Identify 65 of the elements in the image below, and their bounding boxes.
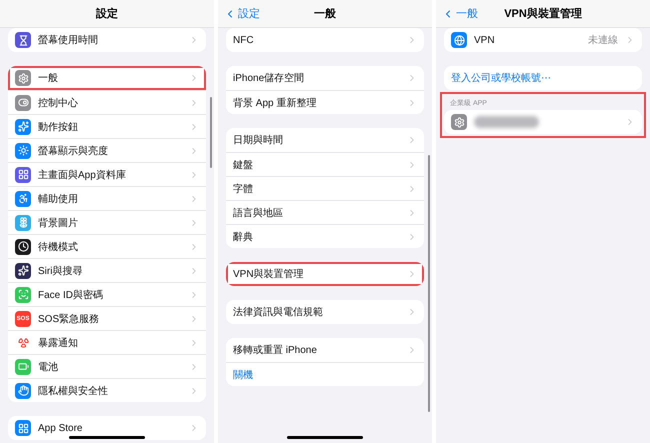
settings-row[interactable]: VPN與裝置管理 [226, 262, 424, 286]
settings-row[interactable]: 移轉或重置 iPhone [226, 338, 424, 362]
settings-row[interactable]: Face ID與密碼 [8, 282, 206, 306]
row-label: 一般 [38, 72, 59, 85]
settings-row[interactable]: 日期與時間 [226, 128, 424, 152]
row-label: Face ID與密碼 [38, 288, 104, 302]
settings-row[interactable]: 法律資訊與電信規範 [226, 300, 424, 324]
row-label: 待機模式 [38, 240, 79, 254]
row-label: 背景圖片 [38, 216, 79, 230]
row-label: App Store [38, 422, 84, 434]
settings-row[interactable]: 控制中心 [8, 90, 206, 114]
row-label: 暴露通知 [38, 336, 79, 350]
settings-row[interactable]: VPN 未連線 [444, 28, 642, 52]
row-label: 控制中心 [38, 96, 79, 110]
row-label: 輔助使用 [38, 192, 79, 206]
settings-row[interactable]: 背景圖片 [8, 210, 206, 234]
settings-row[interactable]: 一般 [8, 66, 206, 90]
settings-row[interactable]: 待機模式 [8, 234, 206, 258]
row-label: iPhone儲存空間 [233, 72, 306, 85]
settings-row[interactable]: 暴露通知 [8, 330, 206, 354]
settings-row[interactable]: 螢幕顯示與亮度 [8, 138, 206, 162]
settings-row[interactable]: 語言與地區 [226, 200, 424, 224]
settings-row[interactable]: 輔助使用 [8, 186, 206, 210]
row-label: 螢幕顯示與亮度 [38, 144, 109, 158]
settings-row[interactable]: Siri與搜尋 [8, 258, 206, 282]
back-link[interactable]: 設定 [224, 6, 260, 21]
row-label: 辭典 [233, 230, 254, 244]
settings-row[interactable]: 鍵盤 [226, 152, 424, 176]
settings-row[interactable]: NFC [226, 28, 424, 52]
settings-row[interactable]: 辭典 [226, 224, 424, 248]
link[interactable]: 關機 [233, 368, 417, 382]
settings-row[interactable]: 關機 [226, 362, 424, 386]
settings-row[interactable]: 主畫面與App資料庫 [8, 162, 206, 186]
row-label: 動作按鈕 [38, 120, 79, 134]
settings-row[interactable]: 隱私權與安全性 [8, 378, 206, 402]
row-label: 法律資訊與電信規範 [233, 306, 324, 319]
settings-row[interactable]: iPhone儲存空間 [226, 66, 424, 90]
row-label: 隱私權與安全性 [38, 384, 109, 398]
settings-row[interactable]: 電池 [8, 354, 206, 378]
settings-row[interactable]: 動作按鈕 [8, 114, 206, 138]
screen-title: 設定 [96, 6, 118, 21]
row-label: 字體 [233, 182, 254, 196]
settings-row[interactable]: 字體 [226, 176, 424, 200]
screen-title: 一般 [314, 7, 336, 21]
row-label: 背景 App 重新整理 [233, 96, 318, 110]
row-label: NFC [233, 34, 255, 46]
row-label: 鍵盤 [233, 158, 254, 172]
settings-row[interactable]: 背景 App 重新整理 [226, 90, 424, 114]
screen-title: VPN與裝置管理 [504, 6, 582, 21]
row-label: Siri與搜尋 [38, 264, 84, 278]
scroll-bar [210, 97, 212, 168]
row-label: 移轉或重置 iPhone [233, 344, 318, 357]
settings-row[interactable]: 登入公司或學校帳號⋯ [444, 66, 642, 90]
row-label: SOS緊急服務 [38, 312, 100, 326]
row-label: VPN [474, 34, 496, 46]
row-label: 主畫面與App資料庫 [38, 168, 127, 182]
status-value: 未連線 [588, 34, 618, 47]
row-label: 螢幕使用時間 [38, 34, 99, 47]
row-label: 日期與時間 [233, 134, 284, 147]
settings-row[interactable]: App Store [8, 416, 206, 440]
settings-row[interactable]: 螢幕使用時間 [8, 28, 206, 52]
back-link[interactable]: 一般 [442, 6, 478, 21]
row-label: 語言與地區 [233, 206, 284, 220]
row-label: VPN與裝置管理 [233, 268, 305, 281]
row-label: 電池 [38, 360, 59, 374]
